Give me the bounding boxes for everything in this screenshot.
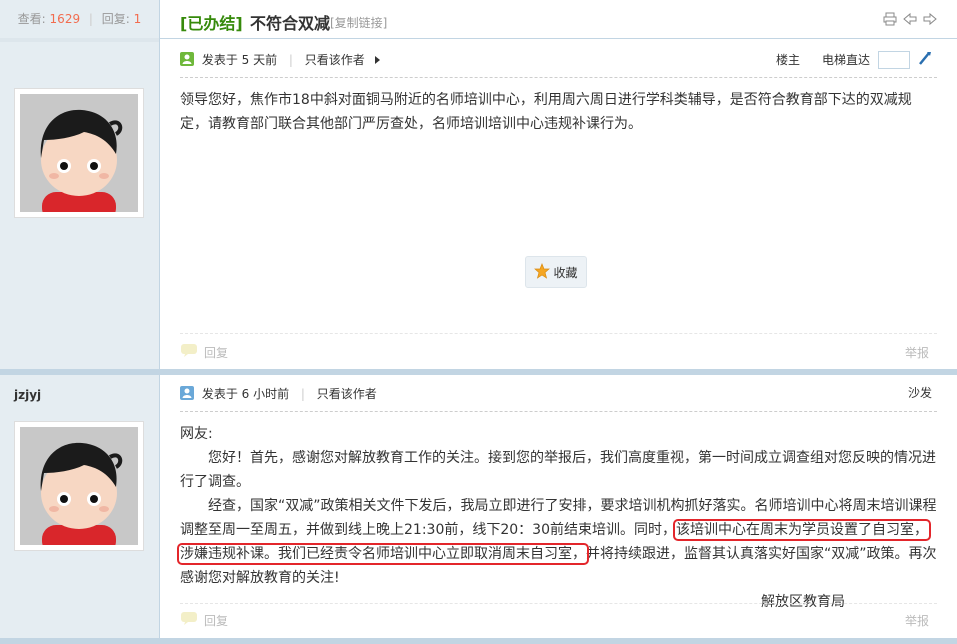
post-body: 网友: 您好！首先，感谢您对解放教育工作的关注。接到您的举报后，我们高度重视，第… — [177, 422, 937, 614]
post-divider — [0, 369, 957, 375]
floor-label: 沙发 — [907, 386, 932, 400]
favorite-label: 收藏 — [553, 265, 578, 280]
footer-separator — [180, 333, 937, 334]
post-actions: 回复 举报 — [180, 343, 937, 363]
thread-stats: 查看: 1629 | 回复: 1 — [17, 12, 142, 26]
next-thread-icon[interactable] — [923, 12, 937, 26]
reply-label: 回复 — [204, 614, 229, 628]
thread-page: 查看: 1629 | 回复: 1 [已办结] 不符合双减 [复制链接] 发表于 … — [0, 0, 957, 644]
star-icon — [534, 262, 551, 282]
floor-label: 楼主 — [775, 53, 800, 67]
reply-label: 回复 — [204, 346, 229, 360]
jump-go-icon[interactable] — [918, 50, 932, 69]
replies-label: 回复: — [101, 12, 130, 26]
sidebar-top-strip — [0, 38, 159, 42]
report-link[interactable]: 举报 — [905, 611, 929, 631]
post-divider — [0, 638, 957, 644]
jump-to-floor-label: 电梯直达 — [821, 53, 870, 67]
favorite-button[interactable]: 收藏 — [525, 256, 587, 288]
copy-link[interactable]: [复制链接] — [330, 14, 387, 31]
footer-separator — [180, 603, 937, 604]
reply-icon — [180, 343, 198, 363]
page-title: 不符合双减 — [250, 14, 331, 33]
post-text: 领导您好，焦作市18中斜对面铜马附近的名师培训中心，利用周六周日进行学科类辅导，… — [180, 92, 912, 132]
floor-controls: 沙发 — [908, 384, 932, 401]
only-author-link[interactable]: 只看该作者 — [305, 53, 365, 67]
post-actions: 回复 举报 — [180, 611, 937, 631]
meta-separator — [180, 77, 937, 78]
floor-controls: 楼主 电梯直达 — [776, 50, 932, 69]
post-time: 发表于 6 小时前 — [201, 387, 290, 401]
reply-button[interactable]: 回复 — [180, 611, 228, 631]
reply-icon — [180, 611, 198, 631]
thread-title-bar: [已办结] 不符合双减 [复制链接] — [160, 0, 957, 39]
floor-number-input[interactable] — [878, 50, 910, 69]
paragraph-1: 您好！首先，感谢您对解放教育工作的关注。接到您的举报后，我们高度重视，第一时间成… — [180, 450, 936, 490]
meta-separator — [180, 411, 937, 412]
post-meta: 发表于 6 小时前 | 只看该作者 — [180, 384, 937, 404]
replies-count: 1 — [133, 12, 142, 26]
reply-button[interactable]: 回复 — [180, 343, 228, 363]
arrow-right-icon[interactable] — [374, 56, 380, 64]
print-icon[interactable] — [883, 12, 897, 26]
author-name[interactable]: jzjyj — [14, 388, 41, 402]
paragraph-2: 经查，国家“双减”政策相关文件下发后，我局立即进行了安排，要求培训机构抓好落实。… — [177, 494, 937, 590]
avatar[interactable] — [14, 88, 144, 218]
status-badge: [已办结] — [180, 14, 243, 33]
only-author-link[interactable]: 只看该作者 — [317, 387, 377, 401]
avatar[interactable] — [14, 421, 144, 551]
prev-thread-icon[interactable] — [903, 12, 917, 26]
post-body: 领导您好，焦作市18中斜对面铜马附近的名师培训中心，利用周六周日进行学科类辅导，… — [180, 88, 937, 136]
user-status-icon — [180, 386, 194, 400]
post-time: 发表于 5 天前 — [201, 53, 278, 67]
greeting: 网友: — [180, 426, 213, 442]
report-link[interactable]: 举报 — [905, 343, 929, 363]
online-status-icon — [180, 52, 194, 66]
views-count: 1629 — [49, 12, 81, 26]
avatar-icon — [20, 94, 138, 212]
avatar-icon — [20, 427, 138, 545]
views-label: 查看: — [17, 12, 46, 26]
